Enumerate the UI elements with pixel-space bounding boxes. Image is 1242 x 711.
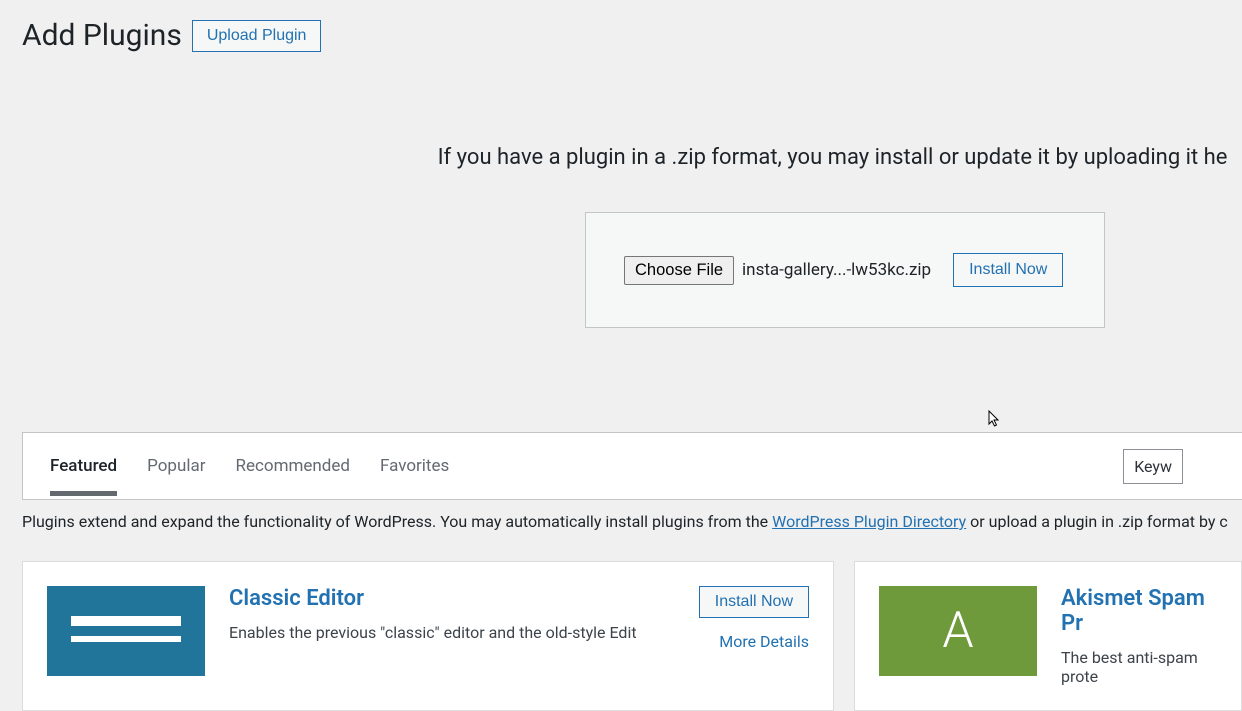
intro-suffix: or upload a plugin in .zip format by c [966, 512, 1228, 531]
tab-favorites[interactable]: Favorites [380, 436, 449, 496]
choose-file-button[interactable]: Choose File [624, 256, 734, 285]
tab-recommended[interactable]: Recommended [236, 436, 351, 496]
install-now-button[interactable]: Install Now [699, 586, 809, 618]
plugin-card-akismet: A Akismet Spam Pr The best anti-spam pro… [854, 561, 1242, 711]
intro-prefix: Plugins extend and expand the functional… [22, 512, 772, 531]
plugin-description: Enables the previous "classic" editor an… [229, 623, 679, 642]
install-now-button[interactable]: Install Now [953, 253, 1063, 287]
akismet-icon: A [879, 586, 1037, 676]
plugin-card-classic-editor: Classic Editor Enables the previous "cla… [22, 561, 834, 711]
upload-plugin-button[interactable]: Upload Plugin [192, 20, 322, 52]
page-title: Add Plugins [22, 18, 182, 53]
plugin-title[interactable]: Akismet Spam Pr [1061, 586, 1217, 636]
more-details-link[interactable]: More Details [719, 632, 809, 651]
tabs-panel: Featured Popular Recommended Favorites K… [22, 432, 1242, 500]
plugin-directory-link[interactable]: WordPress Plugin Directory [772, 512, 966, 531]
upload-form: Choose File insta-gallery...-lw53kc.zip … [585, 212, 1105, 328]
plugins-intro-text: Plugins extend and expand the functional… [0, 500, 1242, 531]
selected-file-name: insta-gallery...-lw53kc.zip [742, 260, 931, 280]
plugin-description: The best anti-spam prote [1061, 648, 1217, 686]
classic-editor-icon [47, 586, 205, 676]
mouse-cursor-icon [988, 410, 1002, 428]
search-type-select[interactable]: Keyw [1123, 449, 1183, 484]
plugin-title[interactable]: Classic Editor [229, 586, 679, 611]
tab-featured[interactable]: Featured [50, 436, 117, 496]
tab-popular[interactable]: Popular [147, 436, 205, 496]
upload-description: If you have a plugin in a .zip format, y… [0, 145, 1242, 170]
